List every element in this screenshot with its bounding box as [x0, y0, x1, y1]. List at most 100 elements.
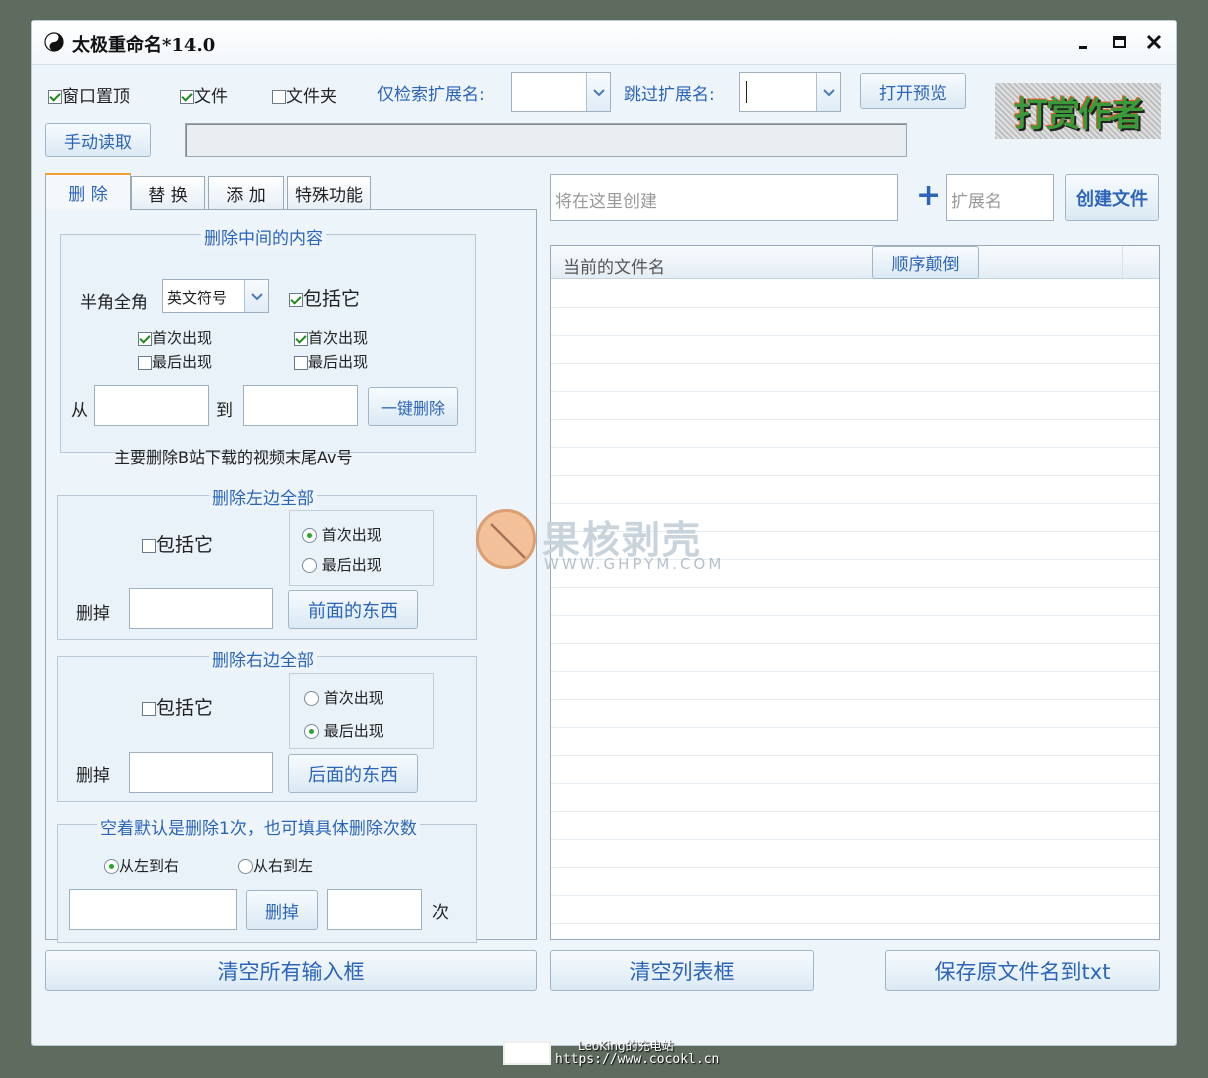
rtl-radio-label: 从右到左	[253, 857, 314, 875]
width-mode-combo[interactable]: 英文符号	[162, 279, 269, 313]
right-first-radio-icon	[304, 691, 319, 706]
save-filenames-txt-button[interactable]: 保存原文件名到txt	[885, 950, 1160, 991]
times-label: 次	[432, 903, 449, 923]
only-ext-dropdown-button[interactable]	[586, 73, 610, 111]
left-first-label: 首次出现	[152, 329, 213, 347]
right-first-radio-label: 首次出现	[323, 689, 384, 707]
reverse-order-button[interactable]: 顺序颠倒	[872, 246, 979, 279]
tab-special[interactable]: 特殊功能	[287, 176, 371, 210]
tab-replace[interactable]: 替 换	[131, 176, 205, 210]
ltr-radio[interactable]: 从左到右	[104, 855, 179, 876]
right-first-check-icon	[294, 331, 308, 346]
left-last-radio[interactable]: 最后出现	[302, 554, 382, 575]
extension-placeholder: 扩展名	[951, 192, 1002, 212]
left-first-radio[interactable]: 首次出现	[302, 524, 382, 545]
maximize-icon[interactable]	[1112, 34, 1128, 50]
left-first-radio-icon	[302, 528, 317, 543]
count-times-input[interactable]	[327, 889, 422, 930]
main-window: 太极重命名*14.0 窗口置顶 文件 文件夹 仅检索扩展名: 跳过扩展名: 打开…	[31, 20, 1177, 1046]
only-ext-combo[interactable]	[511, 72, 611, 112]
delete-count-title: 空着默认是删除1次，也可填具体删除次数	[97, 814, 420, 839]
delete-back-button[interactable]: 后面的东西	[288, 754, 418, 793]
skip-ext-dropdown-button[interactable]	[816, 73, 840, 111]
delete-front-button[interactable]: 前面的东西	[288, 590, 418, 629]
reward-author-button[interactable]: 打赏作者	[995, 83, 1161, 139]
title-bar: 太极重命名*14.0	[32, 21, 1176, 65]
files-label: 文件	[194, 87, 228, 107]
right-first-radio[interactable]: 首次出现	[304, 687, 384, 708]
delete-count-button[interactable]: 删掉	[246, 890, 318, 930]
plus-icon: +	[916, 178, 942, 213]
left-include-checkbox[interactable]: 包括它	[142, 530, 213, 557]
left-remove-input[interactable]	[129, 588, 273, 629]
delete-left-title: 删除左边全部	[209, 484, 317, 509]
count-text-input[interactable]	[69, 889, 237, 930]
right-last-radio-label: 最后出现	[323, 722, 384, 740]
right-remove-label: 删掉	[76, 766, 110, 786]
folders-check-icon	[272, 90, 286, 104]
right-first-label: 首次出现	[308, 329, 369, 347]
right-last-radio-icon	[304, 724, 319, 739]
clear-list-button[interactable]: 清空列表框	[550, 950, 814, 991]
current-filename-column[interactable]: 当前的文件名	[563, 253, 665, 278]
files-checkbox[interactable]: 文件	[180, 82, 228, 107]
folders-checkbox[interactable]: 文件夹	[272, 82, 337, 107]
middle-include-checkbox[interactable]: 包括它	[289, 284, 360, 311]
from-input[interactable]	[94, 385, 209, 426]
from-label: 从	[71, 401, 88, 421]
skip-ext-combo[interactable]	[739, 72, 841, 112]
footer-badge	[503, 1041, 551, 1065]
topmost-checkbox[interactable]: 窗口置顶	[48, 82, 130, 107]
watermark-slash-icon	[490, 523, 526, 559]
files-check-icon	[180, 90, 194, 104]
watermark-logo-icon	[476, 509, 536, 569]
middle-include-label: 包括它	[303, 288, 361, 310]
folders-label: 文件夹	[286, 87, 337, 107]
delete-right-title: 删除右边全部	[209, 646, 317, 671]
right-first-checkbox[interactable]: 首次出现	[294, 327, 368, 348]
right-last-label: 最后出现	[308, 353, 369, 371]
chevron-down-icon	[251, 293, 263, 301]
topmost-check-icon	[48, 90, 62, 104]
tab-delete[interactable]: 删 除	[45, 173, 131, 210]
one-click-delete-button[interactable]: 一键删除	[368, 387, 458, 426]
width-mode-dropdown-button[interactable]	[244, 280, 268, 312]
tab-add[interactable]: 添 加	[208, 176, 284, 210]
extension-input[interactable]: 扩展名	[946, 174, 1054, 221]
right-include-checkbox[interactable]: 包括它	[142, 693, 213, 720]
rtl-radio[interactable]: 从右到左	[238, 855, 313, 876]
middle-include-check-icon	[289, 292, 303, 307]
right-last-checkbox[interactable]: 最后出现	[294, 351, 368, 372]
width-mode-label: 半角全角	[80, 293, 148, 313]
minimize-icon[interactable]	[1076, 35, 1092, 51]
width-mode-value: 英文符号	[167, 289, 228, 307]
left-last-radio-icon	[302, 558, 317, 573]
delete-tab-panel: 删除中间的内容 半角全角 英文符号 包括它 首次出现 最后出现 首次出现 最后出…	[45, 209, 537, 943]
footer-line2: https://www.cocokl.cn	[555, 1052, 720, 1067]
create-file-button[interactable]: 创建文件	[1065, 174, 1159, 221]
manual-read-button[interactable]: 手动读取	[45, 123, 151, 157]
middle-hint: 主要删除B站下载的视频末尾Av号	[114, 448, 353, 467]
close-icon[interactable]	[1145, 33, 1163, 51]
open-preview-button[interactable]: 打开预览	[860, 73, 966, 109]
left-remove-label: 删掉	[76, 604, 110, 624]
rtl-radio-icon	[238, 859, 253, 874]
topmost-label: 窗口置顶	[62, 87, 130, 107]
left-last-check-icon	[138, 355, 152, 370]
left-last-checkbox[interactable]: 最后出现	[138, 351, 212, 372]
file-list[interactable]: 当前的文件名 顺序颠倒	[550, 245, 1160, 940]
right-remove-input[interactable]	[129, 752, 273, 793]
chevron-down-icon	[823, 89, 835, 97]
right-last-radio[interactable]: 最后出现	[304, 720, 384, 741]
left-first-checkbox[interactable]: 首次出现	[138, 327, 212, 348]
left-include-check-icon	[142, 538, 156, 553]
skip-ext-label: 跳过扩展名:	[624, 85, 715, 105]
create-path-input[interactable]: 将在这里创建	[550, 174, 898, 221]
list-rows	[551, 280, 1159, 939]
chevron-down-icon	[593, 89, 605, 97]
clear-inputs-button[interactable]: 清空所有输入框	[45, 950, 537, 991]
path-display	[185, 123, 907, 157]
left-first-radio-label: 首次出现	[321, 526, 382, 544]
to-input[interactable]	[243, 385, 358, 426]
left-include-label: 包括它	[156, 534, 214, 556]
